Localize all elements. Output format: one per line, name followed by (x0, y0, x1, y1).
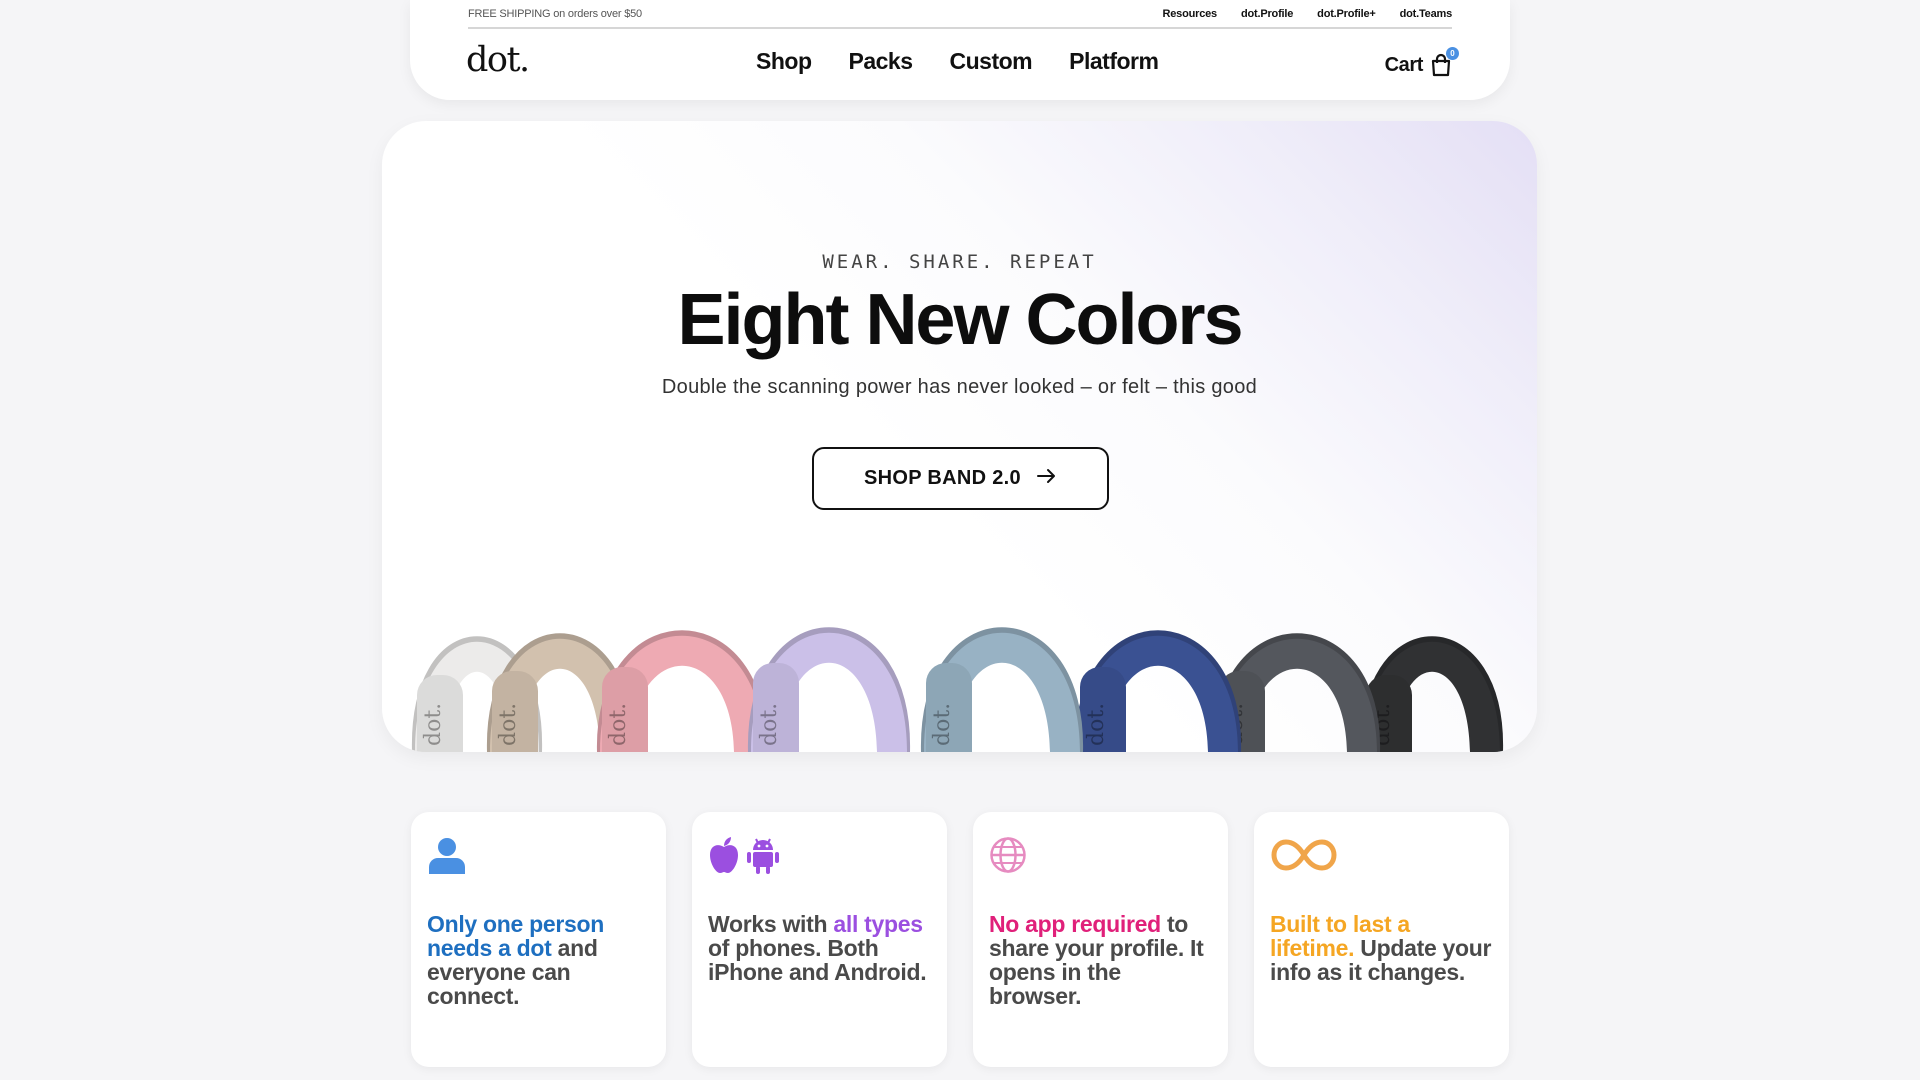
feature-card-no-app: No app required to share your profile. I… (973, 812, 1228, 1067)
band-logo-text: dot. (421, 703, 446, 746)
feature-card-one-person: Only one person needs a dot and everyone… (411, 812, 666, 1067)
android-icon (746, 836, 780, 879)
wristband: dot. (920, 627, 1084, 752)
feature-text: Only one person needs a dot and everyone… (427, 912, 652, 1008)
hero-subtitle: Double the scanning power has never look… (661, 376, 1258, 398)
feature-highlight: No app required (989, 911, 1161, 937)
infinity-icon (1270, 836, 1338, 879)
cart-count-badge: 0 (1446, 47, 1459, 60)
feature-text: Built to last a lifetime. Update your in… (1270, 912, 1495, 984)
wristband: dot. (747, 627, 911, 752)
band-logo-text: dot. (606, 703, 631, 746)
link-dot-profile-plus[interactable]: dot.Profile+ (1317, 8, 1376, 20)
shopping-bag-icon: 0 (1430, 47, 1459, 77)
feature-card-lifetime: Built to last a lifetime. Update your in… (1254, 812, 1509, 1067)
apple-icon (708, 836, 740, 879)
wristband: dot. (596, 630, 768, 752)
main-nav: Shop Packs Custom Platform (756, 48, 1159, 75)
band-logo-text: dot. (930, 703, 955, 746)
feature-cards: Only one person needs a dot and everyone… (411, 812, 1509, 1067)
shop-band-button-label: SHOP BAND 2.0 (864, 467, 1021, 489)
hero-banner: WEAR. SHARE. REPEAT Eight New Colors Dou… (382, 121, 1537, 752)
band-logo-text: dot. (1084, 703, 1109, 746)
feature-body-text: of phones. Both iPhone and Android. (708, 935, 927, 985)
feature-text: No app required to share your profile. I… (989, 912, 1214, 1008)
site-header: FREE SHIPPING on orders over $50 Resourc… (410, 0, 1510, 100)
nav-custom[interactable]: Custom (950, 48, 1033, 75)
hero-eyebrow: WEAR. SHARE. REPEAT (822, 251, 1097, 273)
nav-platform[interactable]: Platform (1069, 48, 1159, 75)
link-resources[interactable]: Resources (1163, 8, 1218, 20)
nav-shop[interactable]: Shop (756, 48, 812, 75)
feature-card-all-phones: Works with all types of phones. Both iPh… (692, 812, 947, 1067)
shipping-notice: FREE SHIPPING on orders over $50 (468, 7, 642, 20)
feature-text: Works with all types of phones. Both iPh… (708, 912, 933, 984)
logo[interactable]: dot. (466, 40, 530, 80)
feature-highlight: all types (833, 911, 923, 937)
cart-button[interactable]: Cart 0 (1384, 47, 1459, 77)
hero-title: Eight New Colors (677, 280, 1243, 360)
band-logo-text: dot. (496, 703, 521, 746)
person-icon (427, 836, 467, 879)
cart-label: Cart (1384, 53, 1424, 76)
wristbands-image: dot.dot.dot.dot.dot.dot.dot.dot. (411, 627, 1504, 752)
globe-icon (989, 836, 1027, 879)
feature-body-text: Works with (708, 911, 834, 937)
announcement-bar: FREE SHIPPING on orders over $50 Resourc… (468, 0, 1452, 29)
arrow-right-icon (1036, 468, 1057, 489)
wristband: dot. (1213, 633, 1381, 752)
nav-packs[interactable]: Packs (849, 48, 914, 75)
band-logo-text: dot. (757, 703, 782, 746)
wristband: dot. (1074, 630, 1242, 752)
shop-band-button[interactable]: SHOP BAND 2.0 (812, 447, 1109, 510)
link-dot-teams[interactable]: dot.Teams (1400, 8, 1453, 20)
wristband: dot. (1360, 636, 1504, 752)
utility-nav: Resources dot.Profile dot.Profile+ dot.T… (1163, 8, 1453, 20)
link-dot-profile[interactable]: dot.Profile (1241, 8, 1293, 20)
